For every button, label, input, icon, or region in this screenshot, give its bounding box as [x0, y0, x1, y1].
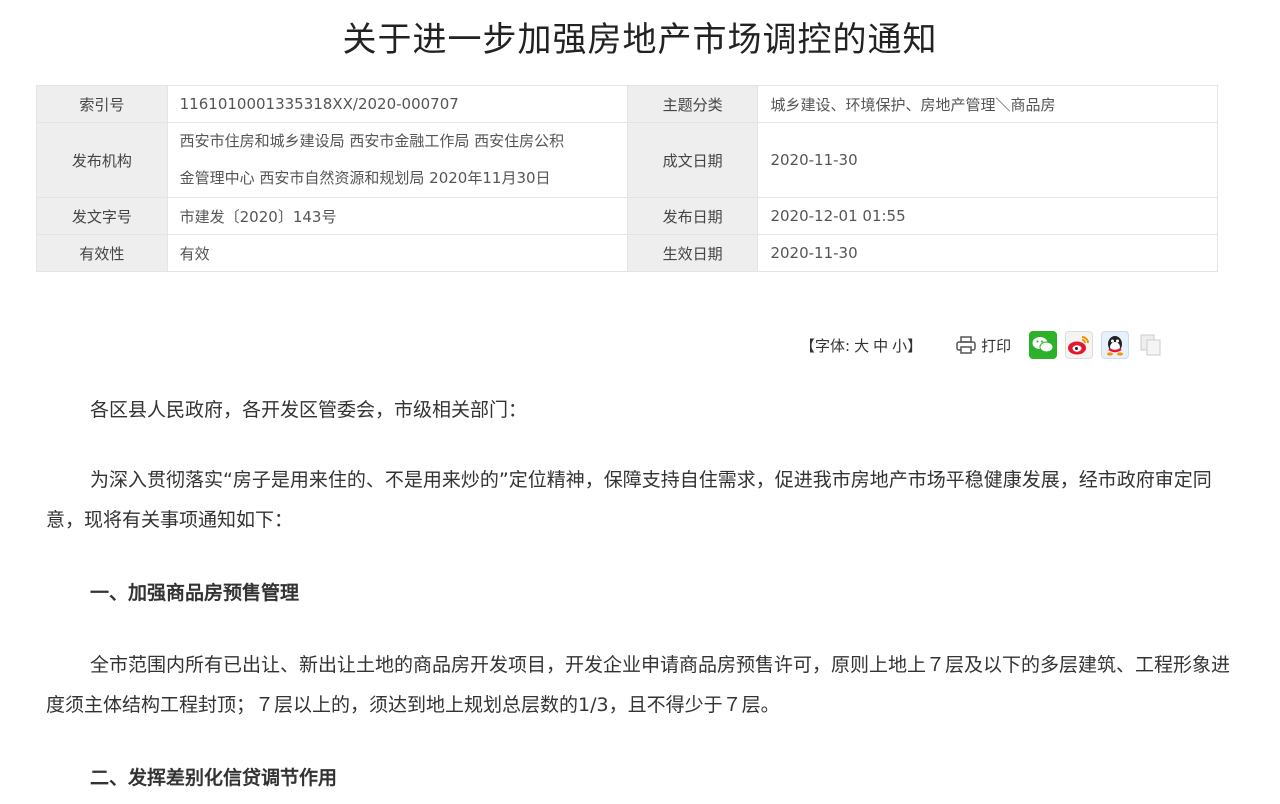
issuer-value: 西安市住房和城乡建设局 西安市金融工作局 西安住房公积 金管理中心 西安市自然资…	[166, 122, 628, 198]
topic-value: 城乡建设、环境保护、房地产管理＼商品房	[757, 85, 1218, 123]
greeting-paragraph: 各区县人民政府，各开发区管委会，市级相关部门：	[90, 399, 528, 421]
publish-date-value: 2020-12-01 01:55	[757, 197, 1218, 235]
wechat-share-button[interactable]	[1029, 331, 1058, 359]
issuer-label: 发布机构	[36, 122, 168, 198]
qq-icon	[1107, 336, 1124, 356]
wechat-icon	[1032, 337, 1054, 353]
section-1-paragraph: 全市范围内所有已出让、新出让土地的商品房开发项目，开发企业申请商品房预售许可，原…	[46, 654, 1231, 716]
weibo-icon	[1068, 336, 1090, 355]
effective-date-value: 2020-11-30	[757, 234, 1218, 272]
meta-row: 有效性 有效 生效日期 2020-11-30	[36, 234, 1218, 272]
print-button[interactable]: 打印	[956, 335, 1011, 356]
copy-icon	[1140, 334, 1161, 356]
weibo-share-button[interactable]	[1065, 331, 1094, 359]
topic-label: 主题分类	[626, 85, 759, 123]
index-label: 索引号	[36, 85, 168, 123]
font-large-link[interactable]: 大	[854, 335, 869, 356]
qq-share-button[interactable]	[1101, 331, 1130, 359]
doc-number-label: 发文字号	[36, 197, 168, 235]
document-meta-table: 索引号 1161010001335318XX/2020-000707 主题分类 …	[36, 85, 1218, 272]
validity-label: 有效性	[36, 234, 168, 272]
written-date-label: 成文日期	[626, 122, 759, 198]
print-label: 打印	[981, 336, 1012, 355]
section-heading-1: 一、加强商品房预售管理	[90, 582, 300, 604]
font-medium-link[interactable]: 中	[873, 335, 888, 356]
effective-date-label: 生效日期	[626, 234, 759, 272]
issuer-line-2: 金管理中心 西安市自然资源和规划局 2020年11月30日	[179, 169, 551, 187]
font-size-label: 【字体:	[800, 336, 851, 355]
publish-date-label: 发布日期	[626, 197, 759, 235]
font-size-selector: 【字体: 大 中 小】	[800, 335, 926, 356]
meta-row: 发文字号 市建发〔2020〕143号 发布日期 2020-12-01 01:55	[36, 197, 1218, 235]
issuer-line-1: 西安市住房和城乡建设局 西安市金融工作局 西安住房公积	[179, 132, 565, 150]
meta-row: 发布机构 西安市住房和城乡建设局 西安市金融工作局 西安住房公积 金管理中心 西…	[36, 122, 1218, 198]
intro-paragraph: 为深入贯彻落实“房子是用来住的、不是用来炒的”定位精神，保障支持自住需求，促进我…	[46, 469, 1212, 531]
written-date-value: 2020-11-30	[757, 122, 1218, 198]
page-title: 关于进一步加强房地产市场调控的通知	[342, 20, 938, 60]
index-value: 1161010001335318XX/2020-000707	[166, 85, 628, 123]
doc-number-value: 市建发〔2020〕143号	[166, 197, 628, 235]
section-heading-2: 二、发挥差别化信贷调节作用	[90, 767, 338, 789]
validity-value: 有效	[166, 234, 628, 272]
font-small-link[interactable]: 小】	[892, 335, 922, 356]
copy-link-button[interactable]	[1137, 331, 1165, 359]
meta-row: 索引号 1161010001335318XX/2020-000707 主题分类 …	[36, 85, 1218, 123]
article-toolbar: 【字体: 大 中 小】 打印	[800, 330, 1165, 360]
printer-icon	[956, 336, 976, 354]
